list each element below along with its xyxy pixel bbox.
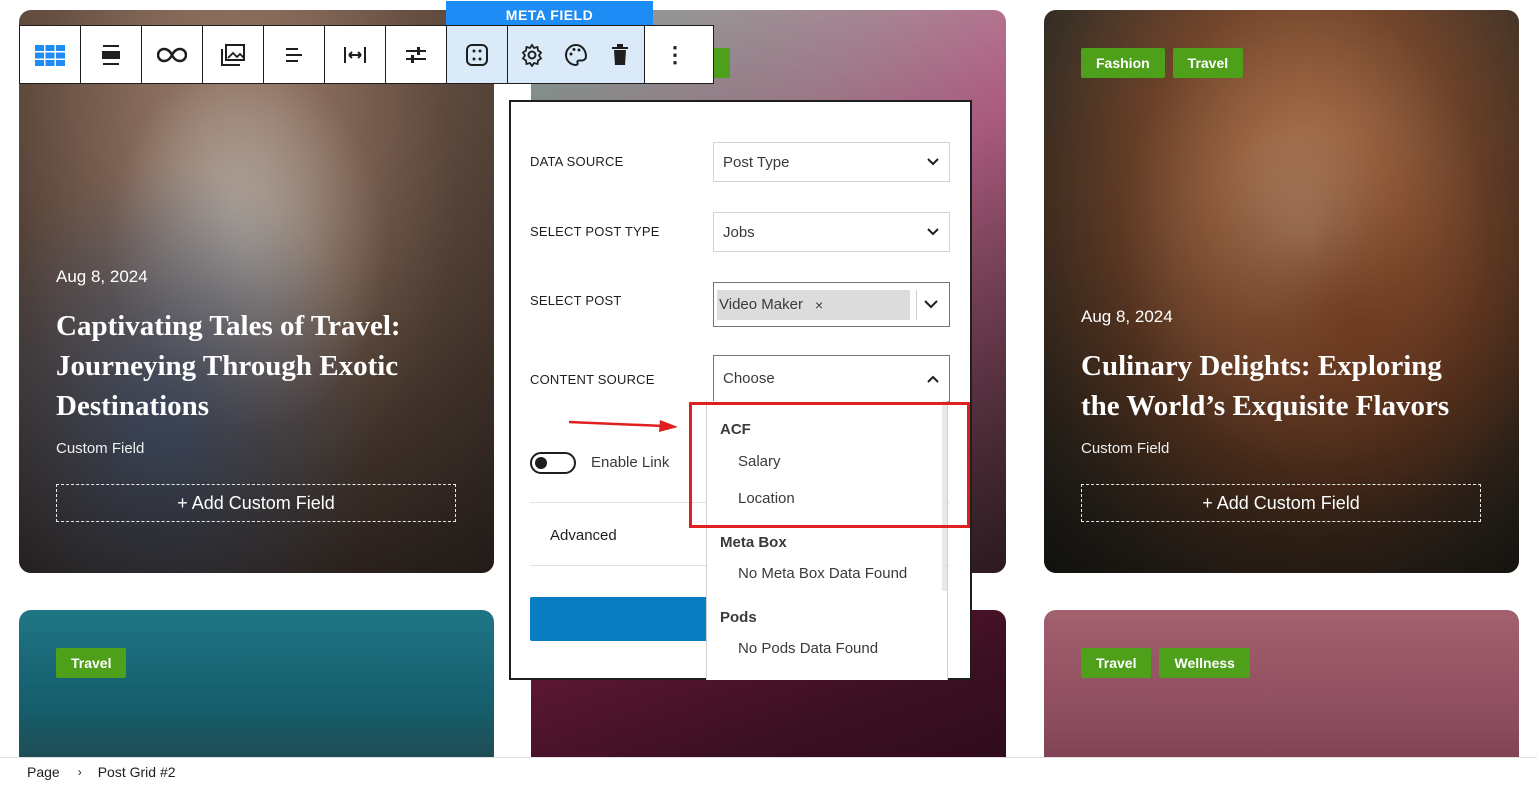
option-group-meta-box: Meta Box xyxy=(720,534,787,551)
meta-field-icon xyxy=(466,43,488,66)
data-source-select[interactable]: Post Type xyxy=(713,142,950,182)
data-source-value: Post Type xyxy=(723,153,790,171)
controls-button[interactable] xyxy=(386,26,447,83)
chevron-up-icon xyxy=(927,372,939,386)
grid-view-button[interactable] xyxy=(20,26,81,83)
meta-field-label: META FIELD xyxy=(446,1,653,27)
annotation-highlight-box xyxy=(689,402,970,528)
tag-list: Travel Wellness xyxy=(1081,648,1250,678)
post-card[interactable]: Fashion Travel Aug 8, 2024 Culinary Deli… xyxy=(1044,10,1519,573)
custom-field-label: Custom Field xyxy=(1081,440,1170,457)
post-type-select[interactable]: Jobs xyxy=(713,212,950,252)
editor-canvas: Aug 8, 2024 Captivating Tales of Travel:… xyxy=(0,0,1537,786)
content-source-select[interactable]: Choose xyxy=(713,355,950,402)
width-icon xyxy=(344,46,366,63)
select-post-label: SELECT POST xyxy=(530,293,622,308)
annotation-arrow-icon xyxy=(568,420,678,432)
post-type-value: Jobs xyxy=(723,223,755,241)
link-button[interactable] xyxy=(142,26,203,83)
select-post-type-label: SELECT POST TYPE xyxy=(530,224,660,239)
grid-view-icon xyxy=(35,44,65,66)
chevron-down-icon xyxy=(927,155,939,169)
chevron-down-icon[interactable] xyxy=(924,296,938,314)
align-wide-icon xyxy=(102,44,120,65)
align-left-icon xyxy=(286,47,302,62)
enable-link-toggle[interactable] xyxy=(530,452,576,474)
add-custom-field-button[interactable]: + Add Custom Field xyxy=(56,484,456,522)
align-left-button[interactable] xyxy=(264,26,325,83)
advanced-section-toggle[interactable]: Advanced xyxy=(550,527,617,544)
add-custom-field-button[interactable]: + Add Custom Field xyxy=(1081,484,1481,522)
gallery-icon xyxy=(221,43,245,66)
primary-action-button[interactable] xyxy=(530,597,730,641)
meta-field-actions xyxy=(508,26,645,83)
post-date: Aug 8, 2024 xyxy=(1081,307,1173,326)
post-card[interactable]: Aug 8, 2024 Captivating Tales of Travel:… xyxy=(19,10,494,573)
option-no-pods: No Pods Data Found xyxy=(738,640,879,657)
more-options-button[interactable]: ⋮ xyxy=(645,26,705,83)
gallery-button[interactable] xyxy=(203,26,264,83)
controls-icon xyxy=(406,46,426,63)
divider xyxy=(916,289,917,320)
chevron-right-icon: › xyxy=(77,765,82,779)
tag-badge[interactable]: Travel xyxy=(56,648,127,678)
content-source-label: CONTENT SOURCE xyxy=(530,372,655,387)
tag-list: Travel xyxy=(56,648,127,678)
width-button[interactable] xyxy=(325,26,386,83)
post-date: Aug 8, 2024 xyxy=(56,267,148,286)
settings-icon[interactable] xyxy=(520,42,544,67)
meta-field-button[interactable] xyxy=(447,26,508,83)
tag-badge[interactable]: Fashion xyxy=(1081,48,1165,78)
align-wide-button[interactable] xyxy=(81,26,142,83)
styles-icon[interactable] xyxy=(564,43,588,67)
delete-icon[interactable] xyxy=(608,43,632,67)
breadcrumb-item-page[interactable]: Page xyxy=(27,764,60,780)
tag-list: Fashion Travel xyxy=(1081,48,1244,78)
block-toolbar: ⋮ xyxy=(19,25,714,84)
post-title[interactable]: Culinary Delights: Exploring the World’s… xyxy=(1081,346,1481,426)
content-source-placeholder: Choose xyxy=(723,370,775,387)
option-group-pods: Pods xyxy=(720,609,757,626)
data-source-label: DATA SOURCE xyxy=(530,154,624,169)
breadcrumb: Page › Post Grid #2 xyxy=(0,757,1537,786)
post-title[interactable]: Captivating Tales of Travel: Journeying … xyxy=(56,306,446,426)
selected-post-token: Video Maker × xyxy=(717,289,910,320)
token-remove-icon[interactable]: × xyxy=(815,297,823,313)
post-multiselect[interactable]: Video Maker × xyxy=(713,282,950,327)
token-label: Video Maker xyxy=(719,296,803,313)
tag-badge[interactable]: Travel xyxy=(1172,48,1244,78)
chevron-down-icon xyxy=(927,225,939,239)
breadcrumb-item-post-grid[interactable]: Post Grid #2 xyxy=(98,764,176,780)
tag-badge[interactable]: Travel xyxy=(1081,648,1152,678)
custom-field-label: Custom Field xyxy=(56,440,145,457)
option-no-meta-box: No Meta Box Data Found xyxy=(738,565,908,582)
tag-badge[interactable]: Wellness xyxy=(1159,648,1250,678)
link-icon xyxy=(157,47,187,62)
enable-link-label: Enable Link xyxy=(591,454,670,471)
